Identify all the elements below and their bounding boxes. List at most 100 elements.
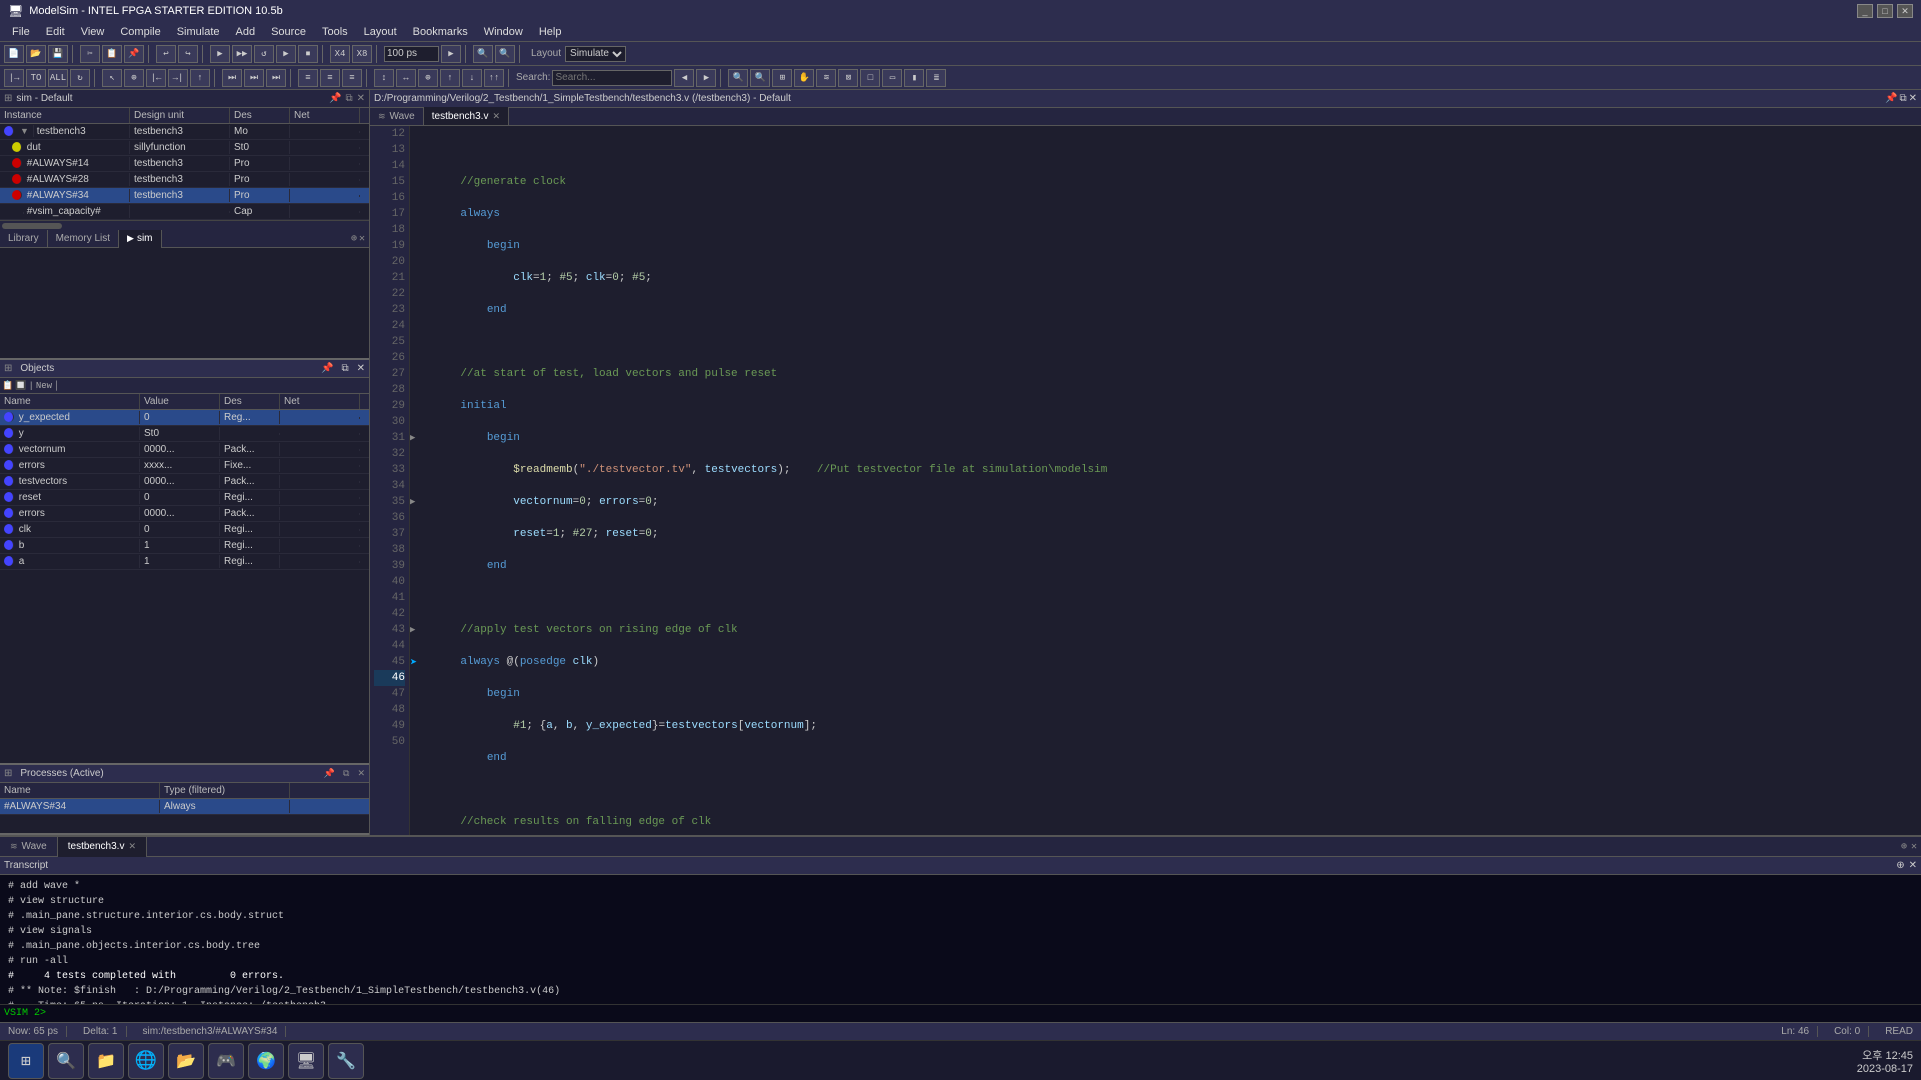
tb2-f2[interactable]: □: [860, 69, 880, 87]
blt-expand[interactable]: ⊕: [351, 233, 357, 245]
tb2-f4[interactable]: ▮: [904, 69, 924, 87]
tb-compile-all[interactable]: ▶▶: [232, 45, 252, 63]
obj-tb-new[interactable]: New: [36, 381, 52, 391]
menu-view[interactable]: View: [73, 24, 113, 40]
tb-x4[interactable]: X4: [330, 45, 350, 63]
tb2-more3[interactable]: ⊕: [418, 69, 438, 87]
tb2-more1[interactable]: ↕: [374, 69, 394, 87]
obj-row[interactable]: vectornum 0000... Pack...: [0, 442, 369, 458]
tb2-step2[interactable]: ⏭: [244, 69, 264, 87]
taskbar-globe[interactable]: 🌍: [248, 1043, 284, 1079]
obj-close[interactable]: ✕: [357, 363, 365, 374]
menu-add[interactable]: Add: [228, 24, 264, 40]
tb2-wave-op3[interactable]: ≡: [342, 69, 362, 87]
blt-close[interactable]: ✕: [359, 233, 365, 245]
library-tab[interactable]: Library: [0, 230, 48, 248]
tb2-wave-op1[interactable]: ≡: [298, 69, 318, 87]
editor-pin[interactable]: 📌: [1885, 93, 1897, 104]
code-editor[interactable]: 12131415161718 19202122232425 2627282930…: [370, 126, 1921, 835]
sim-row-selected[interactable]: #ALWAYS#34 testbench3 Pro: [0, 188, 369, 204]
tb-cut[interactable]: ✂: [80, 45, 100, 63]
tb2-zoomin[interactable]: 🔍: [728, 69, 748, 87]
tb-copy[interactable]: 📋: [102, 45, 122, 63]
tb-compile[interactable]: ▶: [210, 45, 230, 63]
tb2-more4[interactable]: ↑: [440, 69, 460, 87]
tb-redo[interactable]: ↪: [178, 45, 198, 63]
tb2-more6[interactable]: ↑↑: [484, 69, 504, 87]
menu-file[interactable]: File: [4, 24, 38, 40]
sim-panel-close[interactable]: ✕: [357, 93, 365, 104]
transcript-header-close[interactable]: ✕: [1909, 860, 1917, 871]
tb2-pan[interactable]: ✋: [794, 69, 814, 87]
editor-close[interactable]: ✕: [1909, 93, 1917, 104]
menu-simulate[interactable]: Simulate: [169, 24, 228, 40]
tb-wave-zoom-in[interactable]: 🔍: [473, 45, 493, 63]
obj-row[interactable]: y St0: [0, 426, 369, 442]
taskbar-game[interactable]: 🎮: [208, 1043, 244, 1079]
transcript-expand[interactable]: ⊕: [1901, 841, 1907, 853]
menu-edit[interactable]: Edit: [38, 24, 73, 40]
sim-tab[interactable]: ▶ sim: [119, 230, 161, 248]
sim-row[interactable]: ▼ testbench3 testbench3 Mo: [0, 124, 369, 140]
tb-wave-zoom-out[interactable]: 🔍: [495, 45, 515, 63]
sim-panel-float[interactable]: ⧉: [345, 93, 352, 104]
tb2-more5[interactable]: ↓: [462, 69, 482, 87]
tb2-h3[interactable]: ↑: [190, 69, 210, 87]
vsim-prompt[interactable]: VSIM 2>: [0, 1004, 1921, 1022]
tb2-run2[interactable]: ↻: [70, 69, 90, 87]
menu-source[interactable]: Source: [263, 24, 314, 40]
transcript-header-expand[interactable]: ⊕: [1896, 860, 1904, 871]
obj-row[interactable]: testvectors 0000... Pack...: [0, 474, 369, 490]
sim-scrollbar[interactable]: [0, 220, 369, 230]
code-content[interactable]: //generate clock always begin clk=1; #5;…: [426, 126, 1921, 835]
tb2-zoomfit[interactable]: ⊞: [772, 69, 792, 87]
tb2-h1[interactable]: |←: [146, 69, 166, 87]
tb2-zoomout[interactable]: 🔍: [750, 69, 770, 87]
tb2-f3[interactable]: ▭: [882, 69, 902, 87]
tb-undo[interactable]: ↩: [156, 45, 176, 63]
sim-row[interactable]: #ALWAYS#14 testbench3 Pro: [0, 156, 369, 172]
menu-layout[interactable]: Layout: [356, 24, 405, 40]
obj-tb-2[interactable]: 🔲: [15, 381, 26, 391]
proc-float[interactable]: ⧉: [343, 768, 349, 779]
tb2-step3[interactable]: ⏭: [266, 69, 286, 87]
taskbar-app1[interactable]: 🖥: [288, 1043, 324, 1079]
maximize-button[interactable]: □: [1877, 4, 1893, 18]
tb2-1[interactable]: |→: [4, 69, 24, 87]
search-prev[interactable]: ◀: [674, 69, 694, 87]
tb2-morewave[interactable]: ≋: [816, 69, 836, 87]
close-button[interactable]: ✕: [1897, 4, 1913, 18]
taskbar-files[interactable]: 📁: [88, 1043, 124, 1079]
sim-time-input[interactable]: [384, 46, 439, 62]
tb2-f5[interactable]: ≣: [926, 69, 946, 87]
obj-row[interactable]: reset 0 Regi...: [0, 490, 369, 506]
tb-x8[interactable]: X8: [352, 45, 372, 63]
taskbar-browser[interactable]: 🌐: [128, 1043, 164, 1079]
taskbar-search[interactable]: 🔍: [48, 1043, 84, 1079]
proc-pin[interactable]: 📌: [324, 768, 335, 779]
testbench-tab-close[interactable]: ✕: [128, 841, 136, 852]
tb2-h2[interactable]: →|: [168, 69, 188, 87]
tb-save[interactable]: 💾: [48, 45, 68, 63]
tb-paste[interactable]: 📌: [124, 45, 144, 63]
memory-list-tab[interactable]: Memory List: [48, 230, 119, 248]
editor-float[interactable]: ⧉: [1899, 93, 1906, 104]
tb2-wave-op2[interactable]: ≡: [320, 69, 340, 87]
tb-run-length[interactable]: ▶: [441, 45, 461, 63]
tb2-to[interactable]: TO: [26, 69, 46, 87]
sim-row[interactable]: #ALWAYS#28 testbench3 Pro: [0, 172, 369, 188]
obj-row[interactable]: b 1 Regi...: [0, 538, 369, 554]
tab-testbench[interactable]: testbench3.v ✕: [424, 107, 509, 125]
minimize-button[interactable]: _: [1857, 4, 1873, 18]
obj-float[interactable]: ⧉: [341, 363, 348, 374]
search-next[interactable]: ▶: [696, 69, 716, 87]
sim-row[interactable]: #vsim_capacity# Cap: [0, 204, 369, 220]
tb2-zoom[interactable]: ⊕: [124, 69, 144, 87]
tb2-more2[interactable]: ↔: [396, 69, 416, 87]
tb2-f1[interactable]: ⊠: [838, 69, 858, 87]
tb-restart[interactable]: ↺: [254, 45, 274, 63]
tb2-cursor[interactable]: ↖: [102, 69, 122, 87]
taskbar-explorer[interactable]: 📂: [168, 1043, 204, 1079]
taskbar-app2[interactable]: 🔧: [328, 1043, 364, 1079]
tb-open[interactable]: 📂: [26, 45, 46, 63]
